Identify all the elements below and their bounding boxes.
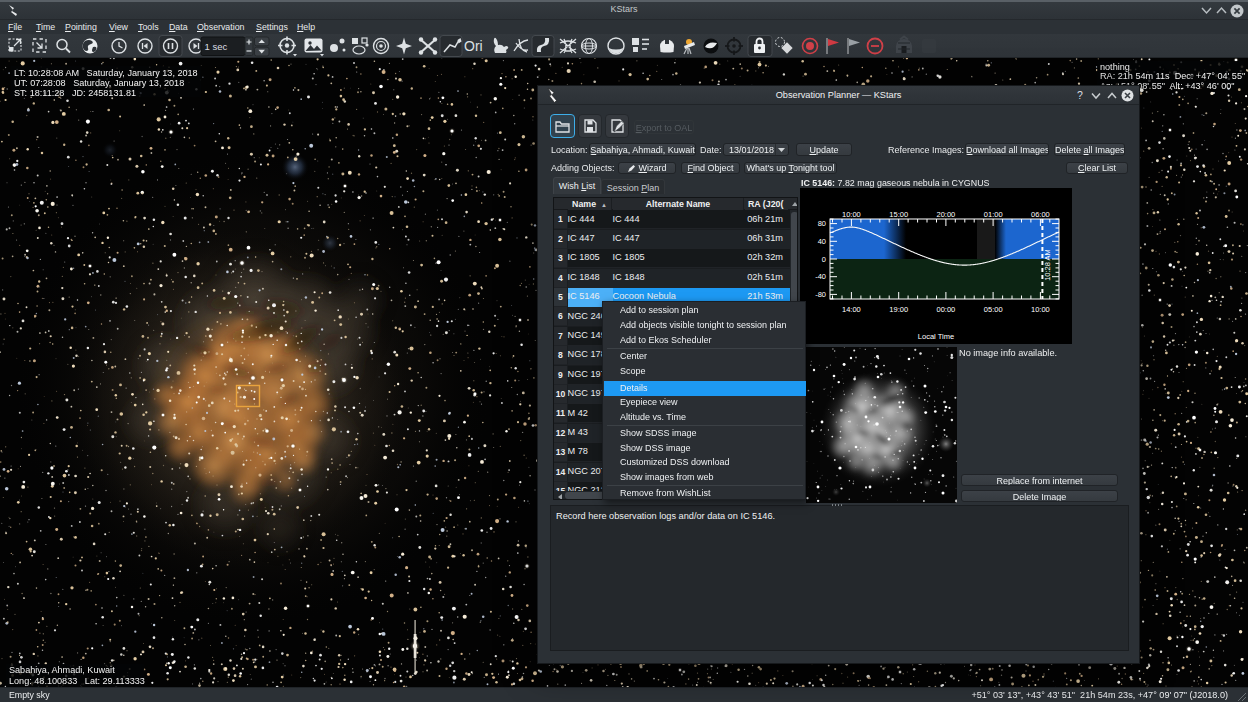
svg-text:1 sec: 1 sec (205, 41, 228, 52)
svg-text:06:00: 06:00 (1031, 210, 1050, 219)
svg-text:Ori: Ori (464, 38, 483, 54)
svg-text:40: 40 (818, 237, 826, 246)
svg-text:20:00: 20:00 (937, 210, 956, 219)
svg-text:05:00: 05:00 (984, 305, 1003, 314)
svg-text:80: 80 (818, 219, 826, 228)
svg-text:10:00: 10:00 (1031, 305, 1050, 314)
svg-text:-80: -80 (815, 290, 826, 299)
svg-text:15:00: 15:00 (889, 210, 908, 219)
svg-text:Local Time: Local Time (918, 332, 954, 341)
svg-text:00:00: 00:00 (937, 305, 956, 314)
svg-text:19:00: 19:00 (889, 305, 908, 314)
svg-text:0: 0 (822, 255, 826, 264)
svg-text:01:00: 01:00 (984, 210, 1003, 219)
svg-text:14:00: 14:00 (842, 305, 861, 314)
svg-text:-40: -40 (815, 272, 826, 281)
svg-text:10:00: 10:00 (842, 210, 861, 219)
svg-text:10:28 AM: 10:28 AM (1043, 249, 1052, 281)
